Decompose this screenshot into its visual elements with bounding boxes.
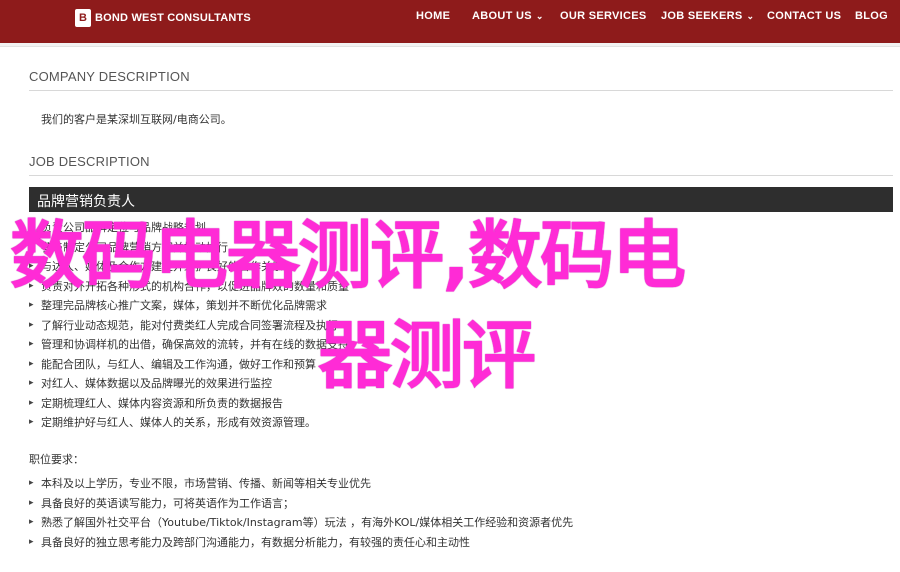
list-item-text: 参与制定公司品牌营销方案并推动执行	[41, 240, 228, 254]
divider	[29, 175, 893, 176]
list-item: ▸ 本科及以上学历，专业不限，市场营销、传播、新闻等相关专业优先	[29, 474, 573, 494]
list-item-text: 定期维护好与红人、媒体人的关系，形成有效资源管理。	[41, 416, 316, 429]
bullet-arrow-icon: ▸	[29, 378, 34, 388]
company-description-text: 我们的客户是某深圳互联网/电商公司。	[41, 113, 232, 126]
list-item: ▸ 具备良好的独立思考能力及跨部门沟通能力，有数据分析能力，有较强的责任心和主动性	[29, 533, 573, 553]
list-item-text: 定期梳理红人、媒体内容资源和所负责的数据报告	[41, 396, 283, 410]
list-item: ▸ 负责公司品牌定位与品牌战略规划	[29, 218, 349, 238]
list-item-text: 整理完品牌核心推广文案，媒体，策划并不断优化品牌需求	[41, 299, 327, 312]
nav-our-services-label: OUR SERVICES	[560, 10, 647, 22]
divider	[29, 90, 893, 91]
list-item-text: 具备良好的英语读写能力，可将英语作为工作语言；	[41, 496, 294, 510]
chevron-down-icon: ⌄	[746, 11, 755, 21]
list-item: ▸ 具备良好的英语读写能力，可将英语作为工作语言；	[29, 494, 573, 514]
list-item-text: 熟悉了解国外社交平台（Youtube/Tiktok/Instagram等）玩法 …	[41, 516, 574, 529]
bullet-arrow-icon: ▸	[29, 339, 34, 349]
bullet-arrow-icon: ▸	[29, 536, 34, 547]
list-item-text: 与达人、媒体及合作方建立并维护良好的合作关系	[41, 260, 283, 273]
nav-home[interactable]: HOME	[416, 10, 450, 22]
bullet-arrow-icon: ▸	[29, 517, 34, 527]
bullet-arrow-icon: ▸	[29, 319, 34, 330]
role-title-bar: 品牌营销负责人	[29, 187, 893, 212]
list-item: ▸ 管理和协调样机的出借，确保高效的流转，并有在线的数据支持	[29, 335, 349, 355]
nav-blog-label: BLOG	[855, 10, 888, 22]
bullet-arrow-icon: ▸	[29, 222, 34, 232]
watermark-line-2: 器测评	[318, 313, 536, 399]
nav-about-us-label: ABOUT US	[472, 10, 532, 22]
bullet-arrow-icon: ▸	[29, 241, 34, 252]
bullet-arrow-icon: ▸	[29, 280, 34, 291]
bullet-arrow-icon: ▸	[29, 300, 34, 310]
bullet-arrow-icon: ▸	[29, 497, 34, 508]
list-item-text: 本科及以上学历，专业不限，市场营销、传播、新闻等相关专业优先	[41, 477, 371, 490]
bullet-arrow-icon: ▸	[29, 417, 34, 427]
bullet-arrow-icon: ▸	[29, 478, 34, 488]
nav-contact-us[interactable]: CONTACT US	[767, 10, 841, 22]
list-item: ▸ 对红人、媒体数据以及品牌曝光的效果进行监控	[29, 374, 349, 394]
nav-blog[interactable]: BLOG	[855, 10, 888, 22]
nav-our-services[interactable]: OUR SERVICES	[560, 10, 647, 22]
list-item: ▸ 定期维护好与红人、媒体人的关系，形成有效资源管理。	[29, 413, 349, 433]
list-item-text: 能配合团队，与红人、编辑及工作沟通，做好工作和预算	[41, 357, 316, 371]
requirements-label: 职位要求：	[29, 453, 84, 466]
list-item-text: 负责对外开拓各种形式的机构合作，以促进品牌效的数量和质量	[41, 279, 349, 293]
list-item-text: 了解行业动态规范，能对付费类红人完成合同签署流程及执行	[41, 318, 338, 332]
job-description-title: JOB DESCRIPTION	[29, 154, 150, 169]
nav-home-label: HOME	[416, 10, 451, 22]
list-item: ▸ 定期梳理红人、媒体内容资源和所负责的数据报告	[29, 394, 349, 414]
list-item-text: 管理和协调样机的出借，确保高效的流转，并有在线的数据支持	[41, 338, 349, 351]
list-item: ▸ 参与制定公司品牌营销方案并推动执行	[29, 238, 349, 258]
chevron-down-icon: ⌄	[535, 11, 544, 21]
list-item: ▸ 了解行业动态规范，能对付费类红人完成合同签署流程及执行	[29, 316, 349, 336]
nav-contact-us-label: CONTACT US	[767, 10, 842, 22]
nav-about-us[interactable]: ABOUT US ⌄	[472, 10, 544, 22]
requirements-list: ▸ 本科及以上学历，专业不限，市场营销、传播、新闻等相关专业优先 ▸ 具备良好的英语读…	[29, 474, 573, 552]
list-item: ▸ 能配合团队，与红人、编辑及工作沟通，做好工作和预算	[29, 355, 349, 375]
list-item: ▸ 负责对外开拓各种形式的机构合作，以促进品牌效的数量和质量	[29, 277, 349, 297]
header-subbar	[0, 43, 900, 47]
list-item-text: 负责公司品牌定位与品牌战略规划	[41, 221, 206, 234]
list-item: ▸ 与达人、媒体及合作方建立并维护良好的合作关系	[29, 257, 349, 277]
role-title: 品牌营销负责人	[37, 194, 135, 210]
list-item-text: 具备良好的独立思考能力及跨部门沟通能力，有数据分析能力，有较强的责任心和主动性	[41, 535, 470, 549]
main-nav: HOME ABOUT US ⌄ OUR SERVICES JOB SEEKERS ⌄…	[0, 10, 900, 26]
list-item-text: 对红人、媒体数据以及品牌曝光的效果进行监控	[41, 377, 272, 390]
nav-job-seekers[interactable]: JOB SEEKERS ⌄	[661, 10, 754, 22]
bullet-arrow-icon: ▸	[29, 397, 34, 408]
bullet-arrow-icon: ▸	[29, 261, 34, 271]
duties-list: ▸ 负责公司品牌定位与品牌战略规划 ▸ 参与制定公司品牌营销方案并推动执行 ▸ 与达人、媒…	[29, 218, 349, 433]
list-item: ▸ 整理完品牌核心推广文案，媒体，策划并不断优化品牌需求	[29, 296, 349, 316]
list-item: ▸ 熟悉了解国外社交平台（Youtube/Tiktok/Instagram等）玩法…	[29, 513, 573, 533]
company-description-title: COMPANY DESCRIPTION	[29, 69, 190, 84]
site-header: B BOND WEST CONSULTANTS HOME ABOUT US ⌄ O…	[0, 0, 900, 43]
nav-job-seekers-label: JOB SEEKERS	[661, 10, 743, 22]
bullet-arrow-icon: ▸	[29, 358, 34, 369]
